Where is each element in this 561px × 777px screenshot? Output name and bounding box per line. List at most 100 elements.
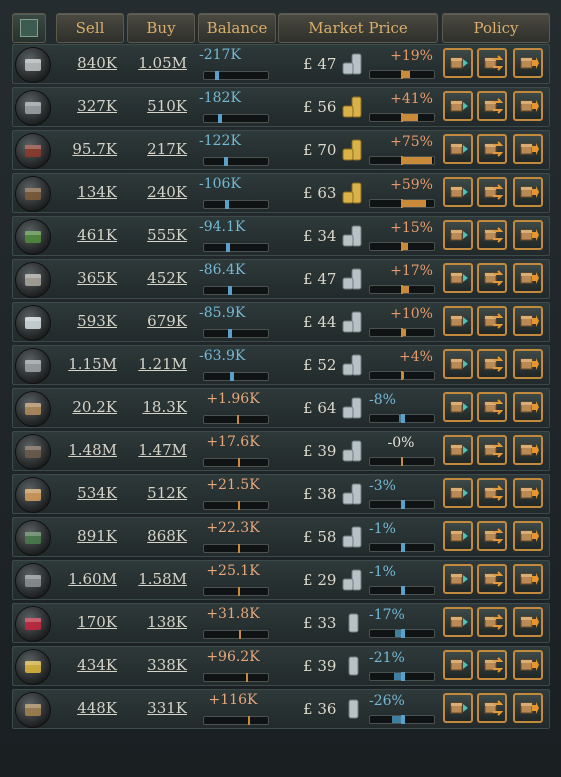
- buy-value[interactable]: 240K: [123, 183, 187, 201]
- policy-column-header[interactable]: Policy: [442, 13, 550, 43]
- import-policy-button[interactable]: [513, 521, 543, 551]
- buy-value[interactable]: 1.21M: [123, 355, 187, 373]
- sell-value[interactable]: 448K: [51, 699, 117, 717]
- buy-column-header[interactable]: Buy: [127, 13, 195, 43]
- goods-row[interactable]: 134K 240K -106K £ 63 +59%: [12, 173, 550, 213]
- sell-value[interactable]: 134K: [51, 183, 117, 201]
- buy-value[interactable]: 217K: [123, 140, 187, 158]
- buy-value[interactable]: 679K: [123, 312, 187, 330]
- balance-column-header[interactable]: Balance: [198, 13, 276, 43]
- export-policy-button[interactable]: [443, 564, 473, 594]
- goods-row[interactable]: 95.7K 217K -122K £ 70 +75%: [12, 130, 550, 170]
- trade-both-policy-button[interactable]: [477, 220, 507, 250]
- export-policy-button[interactable]: [443, 521, 473, 551]
- sell-value[interactable]: 327K: [51, 97, 117, 115]
- buy-value[interactable]: 18.3K: [123, 398, 187, 416]
- export-policy-button[interactable]: [443, 392, 473, 422]
- buy-value[interactable]: 868K: [123, 527, 187, 545]
- import-policy-button[interactable]: [513, 220, 543, 250]
- export-policy-button[interactable]: [443, 263, 473, 293]
- trade-both-policy-button[interactable]: [477, 48, 507, 78]
- import-policy-button[interactable]: [513, 693, 543, 723]
- sell-value[interactable]: 891K: [51, 527, 117, 545]
- trade-both-policy-button[interactable]: [477, 564, 507, 594]
- sell-value[interactable]: 365K: [51, 269, 117, 287]
- import-policy-button[interactable]: [513, 177, 543, 207]
- export-policy-button[interactable]: [443, 693, 473, 723]
- buy-value[interactable]: 510K: [123, 97, 187, 115]
- sell-value[interactable]: 461K: [51, 226, 117, 244]
- goods-row[interactable]: 170K 138K +31.8K £ 33 -17%: [12, 603, 550, 643]
- import-policy-button[interactable]: [513, 607, 543, 637]
- sell-value[interactable]: 1.60M: [51, 570, 117, 588]
- goods-row[interactable]: 20.2K 18.3K +1.96K £ 64 -8%: [12, 388, 550, 428]
- import-policy-button[interactable]: [513, 349, 543, 379]
- export-policy-button[interactable]: [443, 478, 473, 508]
- ore-icon[interactable]: [15, 563, 51, 599]
- goods-row[interactable]: 448K 331K +116K £ 36 -26%: [12, 689, 550, 729]
- sell-value[interactable]: 840K: [51, 54, 117, 72]
- buy-value[interactable]: 331K: [123, 699, 187, 717]
- sell-value[interactable]: 434K: [51, 656, 117, 674]
- buy-value[interactable]: 138K: [123, 613, 187, 631]
- market-price-column-header[interactable]: Market Price: [278, 13, 438, 43]
- goods-row[interactable]: 461K 555K -94.1K £ 34 +15%: [12, 216, 550, 256]
- export-policy-button[interactable]: [443, 306, 473, 336]
- goods-row[interactable]: 365K 452K -86.4K £ 47 +17%: [12, 259, 550, 299]
- export-policy-button[interactable]: [443, 48, 473, 78]
- goods-row[interactable]: 1.60M 1.58M +25.1K £ 29 -1%: [12, 560, 550, 600]
- liquor-icon[interactable]: [15, 477, 51, 513]
- fertilizer-icon[interactable]: [15, 219, 51, 255]
- import-policy-button[interactable]: [513, 134, 543, 164]
- import-policy-button[interactable]: [513, 564, 543, 594]
- silk-icon[interactable]: [15, 606, 51, 642]
- buy-value[interactable]: 512K: [123, 484, 187, 502]
- sell-value[interactable]: 534K: [51, 484, 117, 502]
- export-policy-button[interactable]: [443, 220, 473, 250]
- export-policy-button[interactable]: [443, 650, 473, 680]
- import-policy-button[interactable]: [513, 91, 543, 121]
- import-policy-button[interactable]: [513, 435, 543, 465]
- export-policy-button[interactable]: [443, 177, 473, 207]
- explosives-icon[interactable]: [15, 262, 51, 298]
- trade-both-policy-button[interactable]: [477, 392, 507, 422]
- buy-value[interactable]: 1.58M: [123, 570, 187, 588]
- trade-both-policy-button[interactable]: [477, 693, 507, 723]
- trade-both-policy-button[interactable]: [477, 478, 507, 508]
- iron-ingot-icon[interactable]: [15, 47, 51, 83]
- grain-icon[interactable]: [15, 649, 51, 685]
- wood-icon[interactable]: [15, 133, 51, 169]
- export-policy-button[interactable]: [443, 91, 473, 121]
- trade-both-policy-button[interactable]: [477, 263, 507, 293]
- export-policy-button[interactable]: [443, 435, 473, 465]
- buy-value[interactable]: 338K: [123, 656, 187, 674]
- tools-icon[interactable]: [15, 176, 51, 212]
- sell-value[interactable]: 95.7K: [51, 140, 117, 158]
- trade-both-policy-button[interactable]: [477, 650, 507, 680]
- buy-value[interactable]: 1.47M: [123, 441, 187, 459]
- buy-value[interactable]: 1.05M: [123, 54, 187, 72]
- export-policy-button[interactable]: [443, 134, 473, 164]
- steel-beam-icon[interactable]: [15, 348, 51, 384]
- glass-icon[interactable]: [15, 305, 51, 341]
- locomotive-icon[interactable]: [15, 520, 51, 556]
- import-policy-button[interactable]: [513, 263, 543, 293]
- goods-row[interactable]: 1.15M 1.21M -63.9K £ 52 +4%: [12, 345, 550, 385]
- goods-row[interactable]: 1.48M 1.47M +17.6K £ 39 -0%: [12, 431, 550, 471]
- buy-value[interactable]: 452K: [123, 269, 187, 287]
- goods-row[interactable]: 840K 1.05M -217K £ 47 +19%: [12, 44, 550, 84]
- steel-icon[interactable]: [15, 90, 51, 126]
- export-policy-button[interactable]: [443, 349, 473, 379]
- sell-value[interactable]: 1.15M: [51, 355, 117, 373]
- sell-column-header[interactable]: Sell: [56, 13, 124, 43]
- trade-both-policy-button[interactable]: [477, 91, 507, 121]
- trade-both-policy-button[interactable]: [477, 435, 507, 465]
- sell-value[interactable]: 20.2K: [51, 398, 117, 416]
- select-all-toggle[interactable]: [12, 13, 46, 43]
- trade-both-policy-button[interactable]: [477, 521, 507, 551]
- goods-row[interactable]: 327K 510K -182K £ 56 +41%: [12, 87, 550, 127]
- trade-both-policy-button[interactable]: [477, 349, 507, 379]
- trade-both-policy-button[interactable]: [477, 134, 507, 164]
- import-policy-button[interactable]: [513, 306, 543, 336]
- ship-icon[interactable]: [15, 391, 51, 427]
